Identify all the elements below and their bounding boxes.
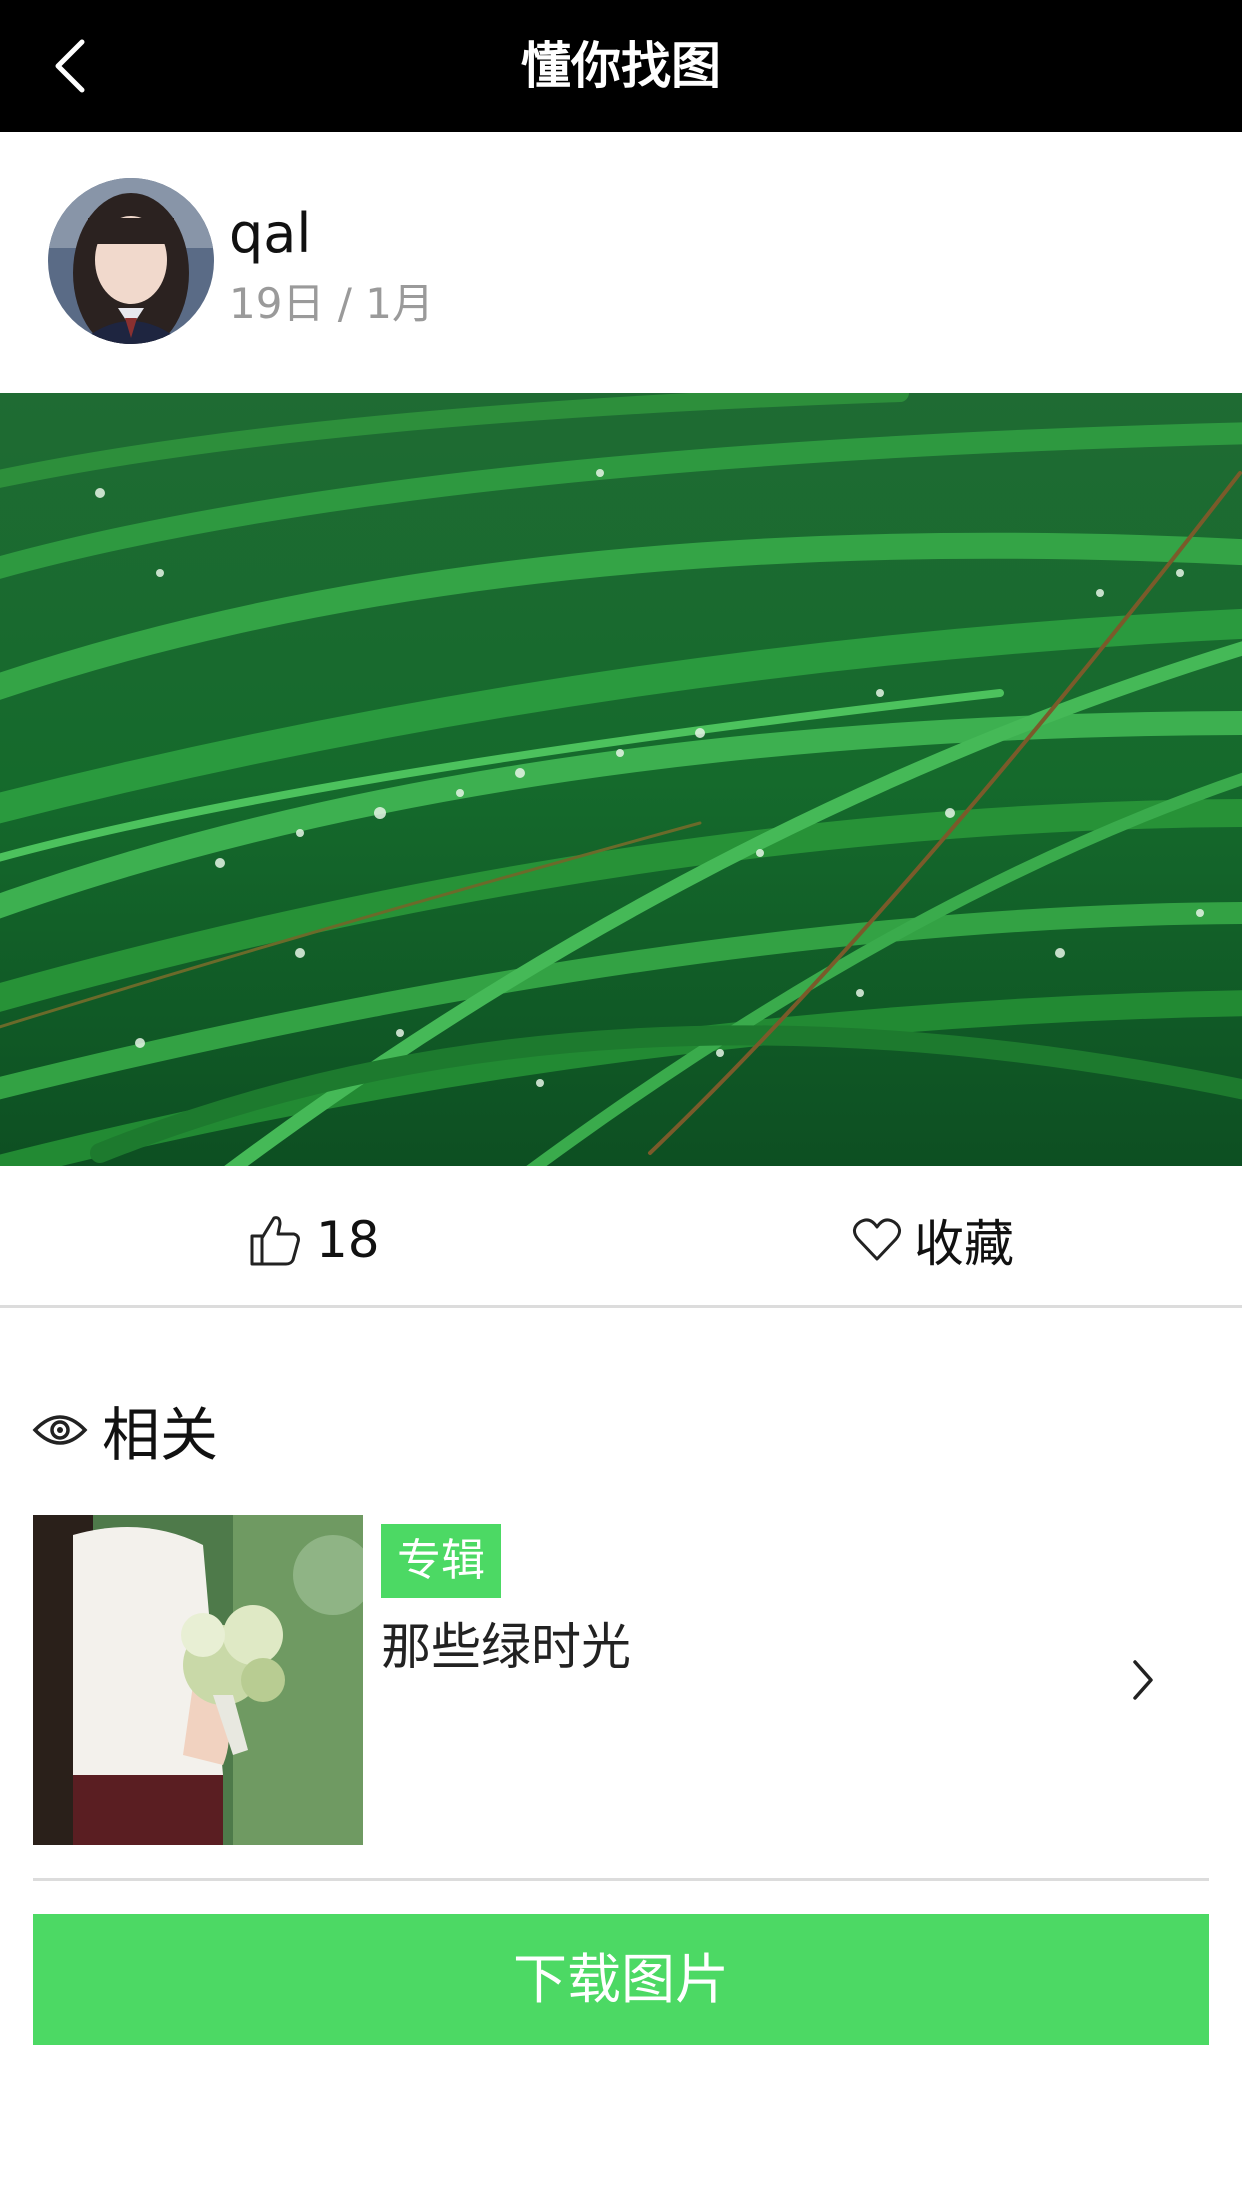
favorite-label: 收藏 [914,1215,1014,1273]
eye-icon [32,1415,88,1445]
album-thumbnail [33,1515,363,1845]
album-card[interactable]: 专辑 那些绿时光 [33,1515,1209,1845]
username[interactable]: qal [229,202,311,265]
download-button[interactable]: 下载图片 [33,1914,1209,2045]
heart-icon [853,1218,901,1261]
like-button[interactable]: 18 [248,1208,380,1272]
related-heading-label: 相关 [102,1401,219,1469]
top-bar: 懂你找图 [0,0,1242,132]
page-title: 懂你找图 [521,37,721,95]
action-bar: 18 收藏 [0,1166,1242,1308]
related-heading: 相关 [32,1395,218,1469]
album-arrow [1113,1645,1173,1715]
favorite-button[interactable]: 收藏 [852,1208,1014,1273]
post-date: 19日 / 1月 [229,279,435,328]
like-count: 18 [316,1211,380,1269]
chevron-right-icon [1133,1660,1153,1700]
album-tag: 专辑 [381,1524,501,1598]
album-title: 那些绿时光 [381,1618,631,1676]
main-photo[interactable] [0,393,1242,1166]
author-row: qal 19日 / 1月 [0,132,1242,392]
avatar[interactable] [48,178,214,344]
thumbs-up-icon [250,1216,300,1266]
divider [33,1878,1209,1881]
